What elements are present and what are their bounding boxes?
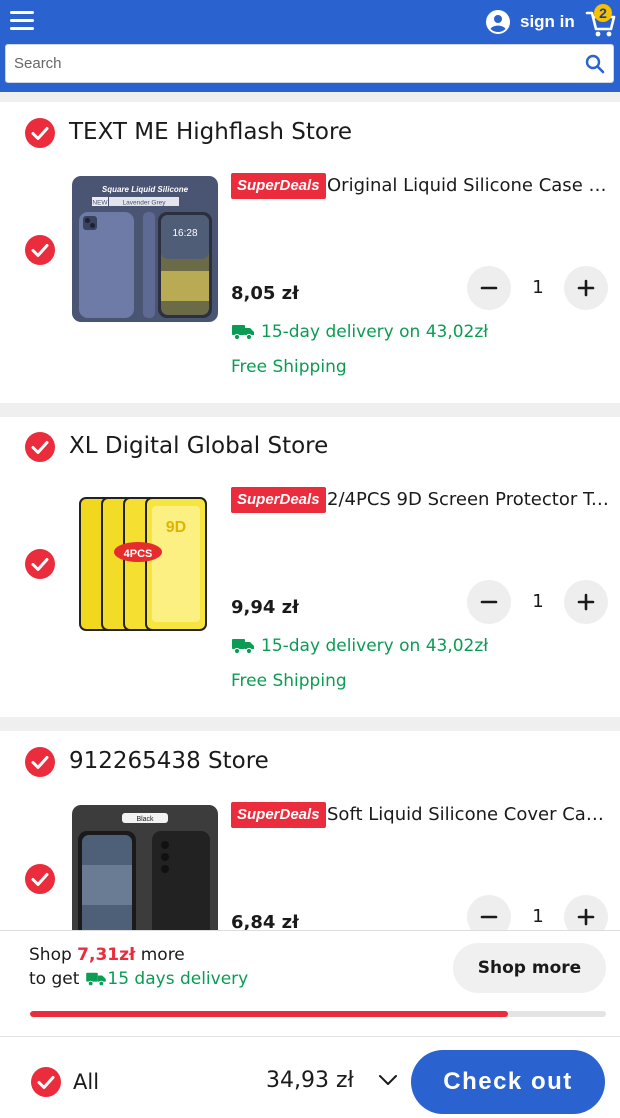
search-input[interactable] (6, 45, 566, 82)
plus-icon (577, 908, 595, 926)
minus-icon (480, 915, 498, 919)
image-caption: 4PCS (124, 548, 153, 560)
cart-count-badge: 2 (594, 4, 612, 22)
truck-icon (232, 639, 254, 655)
shop-prefix: Shop (29, 945, 72, 965)
quantity-value: 1 (532, 277, 544, 298)
superdeals-badge: SuperDeals (231, 487, 326, 513)
increase-quantity-button[interactable] (564, 266, 608, 310)
product-price: 6,84 zł (231, 912, 299, 930)
plus-icon (577, 279, 595, 297)
search-icon[interactable] (585, 54, 605, 74)
delivery-info: 15-day delivery on 43,02zł (231, 636, 488, 656)
shop-more-button[interactable]: Shop more (453, 943, 606, 993)
quantity-value: 1 (532, 906, 544, 927)
product-price: 8,05 zł (231, 283, 299, 304)
product-image[interactable]: Square Liquid Silicone NEW Lavender Grey… (72, 176, 218, 322)
decrease-quantity-button[interactable] (467, 895, 511, 930)
checkout-button[interactable]: Check out (411, 1050, 605, 1114)
free-delivery-progress (30, 1011, 606, 1017)
sign-in-label[interactable]: sign in (520, 12, 575, 32)
delivery-text: 15-day delivery on 43,02zł (261, 322, 489, 342)
sign-in-link[interactable]: sign in (486, 9, 575, 35)
section-divider (0, 92, 620, 102)
delivery-goal-text: 15 days delivery (107, 969, 249, 989)
product-image[interactable]: Black (72, 805, 218, 930)
image-caption: Square Liquid Silicone (102, 185, 189, 194)
delivery-info: 15-day delivery on 43,02zł (231, 322, 488, 342)
delivery-text: 15-day delivery on 43,02zł (261, 636, 489, 656)
product-price: 9,94 zł (231, 597, 299, 618)
search-bar (5, 44, 614, 83)
store-name[interactable]: XL Digital Global Store (69, 433, 328, 459)
user-icon (486, 10, 510, 34)
store-name[interactable]: TEXT ME Highflash Store (69, 119, 352, 145)
shop-amount: 7,31zł (77, 945, 136, 965)
to-get-label: to get (29, 969, 80, 989)
store-card: XL Digital Global Store 9D 4PCS SuperDea… (0, 417, 620, 717)
quantity-value: 1 (532, 591, 544, 612)
select-all-label[interactable]: All (73, 1070, 99, 1094)
free-shipping-label: Free Shipping (231, 357, 347, 377)
delivery-goal-hint: to get 15 days delivery (29, 969, 248, 989)
checkout-panel: Shop 7,31zł more to get 15 days delivery… (0, 930, 620, 1118)
superdeals-badge: SuperDeals (231, 173, 326, 199)
shop-more-hint: Shop 7,31zł more (29, 945, 185, 965)
decrease-quantity-button[interactable] (467, 580, 511, 624)
section-divider (0, 403, 620, 417)
increase-quantity-button[interactable] (564, 895, 608, 930)
shop-suffix: more (140, 945, 185, 965)
progress-fill (30, 1011, 509, 1017)
product-title[interactable]: Soft Liquid Silicone Cover Case For Sams… (327, 804, 610, 825)
app-header: sign in 2 (0, 0, 620, 92)
delivery-goal: 15 days delivery (85, 969, 248, 989)
truck-icon (232, 325, 254, 341)
store-card: 912265438 Store Black SuperDeals Soft Li… (0, 731, 620, 930)
menu-icon[interactable] (10, 11, 34, 31)
plus-icon (577, 593, 595, 611)
superdeals-badge: SuperDeals (231, 802, 326, 828)
minus-icon (480, 600, 498, 604)
product-title[interactable]: 2/4PCS 9D Screen Protector Tempered Glas… (327, 489, 610, 510)
decrease-quantity-button[interactable] (467, 266, 511, 310)
product-title[interactable]: Original Liquid Silicone Case For iPhone (327, 175, 610, 196)
truck-icon (86, 972, 107, 987)
section-divider (0, 717, 620, 731)
free-shipping-label: Free Shipping (231, 671, 347, 691)
image-caption: Lavender Grey (123, 200, 167, 207)
total-price: 34,93 zł (266, 1068, 354, 1093)
image-caption: 9D (166, 519, 186, 536)
store-name[interactable]: 912265438 Store (69, 748, 269, 774)
image-caption: Black (136, 816, 154, 823)
panel-divider (0, 1036, 620, 1037)
store-card: TEXT ME Highflash Store Square Liquid Si… (0, 102, 620, 403)
image-caption: 16:28 (172, 228, 197, 239)
item-checkbox[interactable] (25, 235, 55, 265)
store-checkbox[interactable] (25, 747, 55, 777)
item-checkbox[interactable] (25, 864, 55, 894)
chevron-down-icon[interactable] (378, 1073, 398, 1087)
increase-quantity-button[interactable] (564, 580, 608, 624)
store-checkbox[interactable] (25, 118, 55, 148)
select-all-checkbox[interactable] (31, 1067, 61, 1097)
image-caption: NEW (92, 200, 108, 207)
minus-icon (480, 286, 498, 290)
store-checkbox[interactable] (25, 432, 55, 462)
product-image[interactable]: 9D 4PCS (72, 488, 218, 634)
item-checkbox[interactable] (25, 549, 55, 579)
